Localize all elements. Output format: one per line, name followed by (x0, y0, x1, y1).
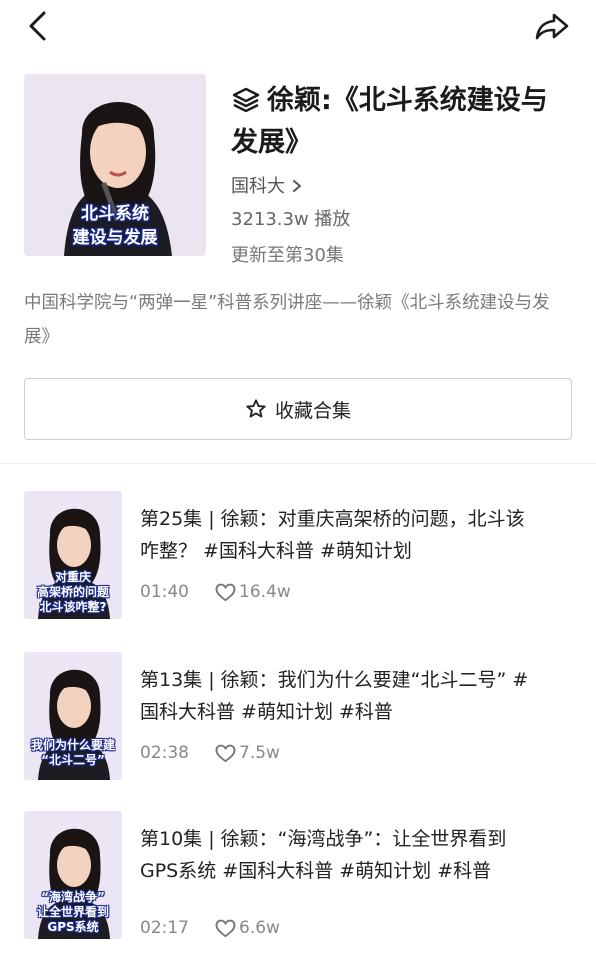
collection-description: 中国科学院与“两弹一星”科普系列讲座——徐颖《北斗系统建设与发展》 (24, 293, 550, 347)
author-link[interactable]: 国科大 (231, 174, 571, 200)
episode-title[interactable]: 第13集 | 徐颖：我们为什么要建“北斗二号” #国科大科普 #萌知计划 #科普 (140, 664, 540, 728)
top-nav-bar (0, 0, 596, 52)
section-divider (0, 463, 596, 464)
update-status: 更新至第30集 (231, 245, 344, 266)
episode-item[interactable]: 对重庆 高架桥的问题 北斗该咋整? 第25集 | 徐颖：对重庆高架桥的问题，北斗… (24, 491, 584, 621)
collection-title-text: 徐颖:《北斗系统建设与发展》 (231, 85, 548, 158)
favorite-label: 收藏合集 (274, 399, 351, 422)
heart-icon (215, 744, 236, 762)
thumb-caption-line: 北斗该咋整? (39, 600, 107, 614)
episode-thumbnail[interactable]: “海湾战争” 让全世界看到 GPS系统 (24, 811, 122, 939)
thumb-caption-line: 高架桥的问题 (36, 585, 109, 599)
thumb-caption-line: “北斗二号” (41, 753, 105, 767)
chevron-left-icon (29, 11, 46, 41)
like-count-text: 6.6w (239, 918, 280, 938)
thumbnail-caption: “海湾战争” 让全世界看到 GPS系统 (24, 890, 122, 935)
like-count: 16.4w (215, 580, 291, 604)
episode-title[interactable]: 第10集 | 徐颖：“海湾战争”：让全世界看到GPS系统 #国科大科普 #萌知计… (140, 823, 540, 887)
thumb-caption-line: 对重庆 (54, 570, 91, 584)
like-count: 7.5w (215, 741, 280, 765)
like-count: 6.6w (215, 916, 280, 940)
heart-icon (215, 583, 236, 601)
like-count-text: 7.5w (239, 743, 280, 763)
cover-caption-line-2: 建设与发展 (72, 228, 158, 248)
collection-title: 徐颖:《北斗系统建设与发展》 (231, 80, 571, 164)
episode-meta: 02:17 6.6w (140, 916, 280, 940)
episode-item[interactable]: “海湾战争” 让全世界看到 GPS系统 第10集 | 徐颖：“海湾战争”：让全世… (24, 811, 584, 941)
share-button[interactable] (532, 8, 572, 44)
cover-caption-line-1: 北斗系统 (81, 204, 149, 224)
heart-icon (215, 919, 236, 937)
episode-duration: 01:40 (140, 582, 189, 602)
collection-info: 徐颖:《北斗系统建设与发展》 国科大 3213.3w 播放 更新至第30集 (231, 80, 571, 269)
chevron-right-icon (293, 180, 301, 192)
episode-title[interactable]: 第25集 | 徐颖：对重庆高架桥的问题，北斗该咋整？ #国科大科普 #萌知计划 (140, 503, 540, 567)
like-count-text: 16.4w (239, 582, 291, 602)
author-name: 国科大 (231, 176, 285, 197)
play-count: 3213.3w 播放 (231, 209, 351, 230)
episode-item[interactable]: 我们为什么要建 “北斗二号” 第13集 | 徐颖：我们为什么要建“北斗二号” #… (24, 652, 584, 782)
favorite-collection-button[interactable]: 收藏合集 (24, 378, 572, 440)
thumb-caption-line: 我们为什么要建 (30, 738, 115, 752)
cover-caption: 北斗系统 建设与发展 (24, 202, 206, 250)
episode-meta: 02:38 7.5w (140, 741, 280, 765)
star-icon (246, 399, 266, 418)
episode-thumbnail[interactable]: 我们为什么要建 “北斗二号” (24, 652, 122, 780)
thumb-caption-line: 让全世界看到 (36, 905, 109, 919)
thumb-caption-line: “海湾战争” (41, 890, 105, 904)
episode-meta: 01:40 16.4w (140, 580, 291, 604)
episode-thumbnail[interactable]: 对重庆 高架桥的问题 北斗该咋整? (24, 491, 122, 619)
thumb-caption-line: GPS系统 (47, 920, 99, 934)
share-arrow-icon (535, 13, 569, 40)
thumbnail-caption: 对重庆 高架桥的问题 北斗该咋整? (24, 570, 122, 615)
episode-duration: 02:38 (140, 743, 189, 763)
back-button[interactable] (22, 8, 56, 44)
episode-duration: 02:17 (140, 918, 189, 938)
thumbnail-caption: 我们为什么要建 “北斗二号” (24, 738, 122, 768)
collection-cover-image[interactable]: 北斗系统 建设与发展 (24, 74, 206, 256)
stack-layers-icon (232, 87, 260, 112)
